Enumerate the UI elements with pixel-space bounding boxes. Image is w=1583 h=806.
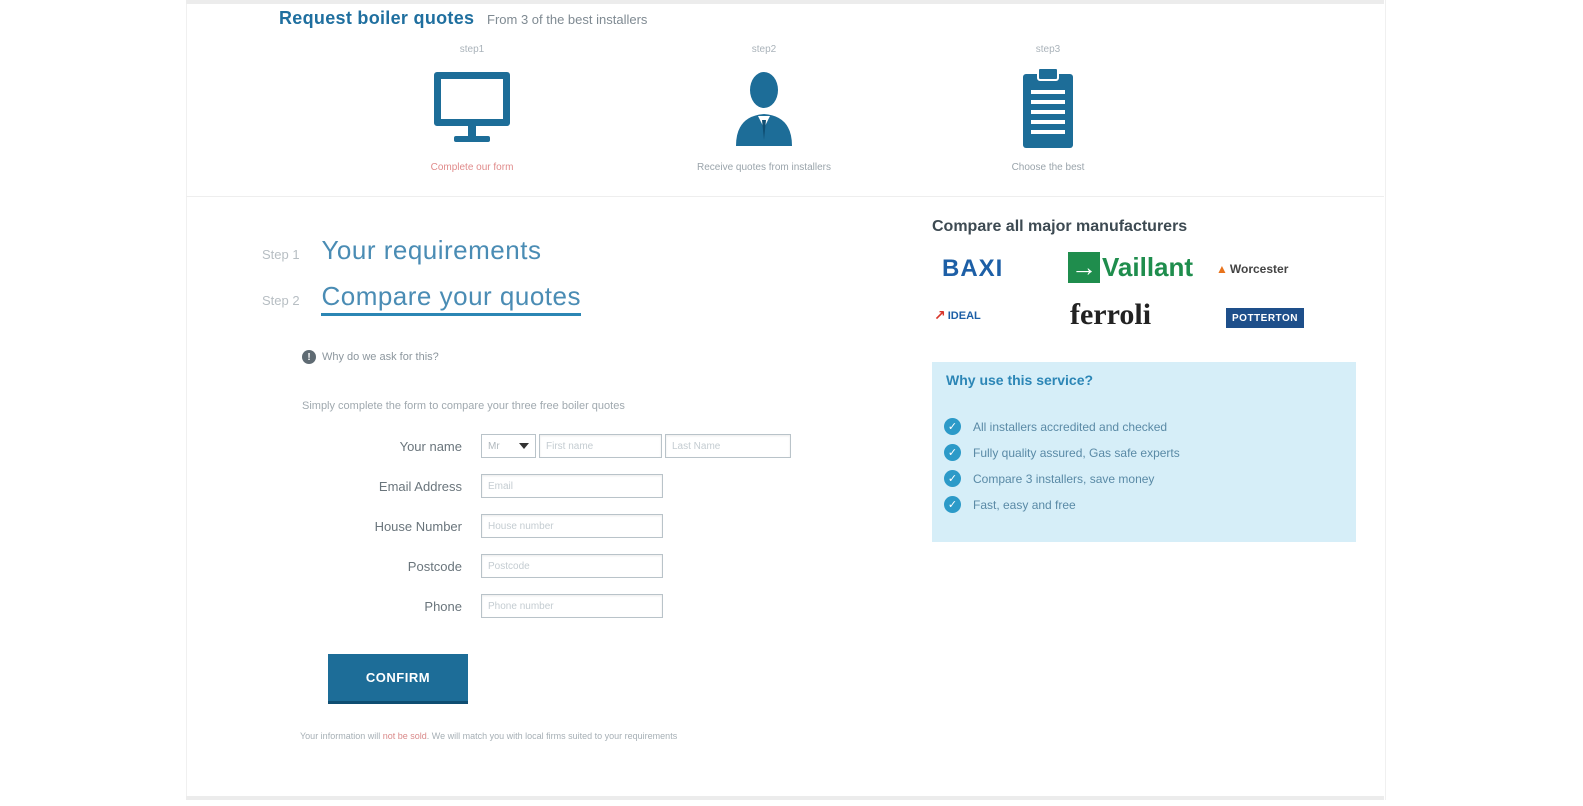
clipboard-icon (948, 58, 1148, 158)
title-select[interactable]: Mr (481, 434, 536, 458)
form-step-title: Your requirements (321, 235, 542, 265)
last-name-input[interactable] (665, 434, 791, 458)
overview-step-1: step1 Complete our form (372, 44, 572, 173)
benefit-text: Fast, easy and free (973, 497, 1076, 512)
benefit-item: ✓ Compare 3 installers, save money (944, 470, 1154, 487)
check-icon: ✓ (944, 444, 961, 461)
overview-step-2: step2 Receive quotes from installers (664, 44, 864, 173)
potterton-logo: POTTERTON (1226, 308, 1304, 328)
phone-input[interactable] (481, 594, 663, 618)
form-step-title: Compare your quotes (321, 281, 581, 316)
ideal-wordmark: IDEAL (947, 309, 981, 322)
form-intro: Simply complete the form to compare your… (302, 400, 625, 412)
postcode-label: Postcode (407, 559, 462, 574)
vaillant-hare-icon: → (1068, 252, 1100, 283)
email-label: Email Address (378, 479, 462, 494)
first-name-input[interactable] (539, 434, 662, 458)
overview-step-3: step3 Choose the best (948, 44, 1148, 173)
top-border (186, 0, 1384, 4)
vaillant-logo: → Vaillant (1068, 252, 1193, 283)
info-icon: ! (302, 350, 316, 364)
why-ask-text: Why do we ask for this? (322, 351, 439, 363)
why-service-title: Why use this service? (946, 372, 1094, 388)
benefit-item: ✓ Fully quality assured, Gas safe expert… (944, 444, 1180, 461)
benefit-text: All installers accredited and checked (973, 419, 1168, 434)
disclaimer-prefix: Your information will (300, 731, 383, 741)
postcode-input[interactable] (481, 554, 663, 578)
page-title: Request boiler quotes (279, 8, 475, 28)
worcester-wordmark: Worcester (1229, 262, 1289, 276)
house-number-input[interactable] (481, 514, 663, 538)
check-icon: ✓ (944, 496, 961, 513)
ferroli-logo: ferroli (1070, 298, 1152, 331)
title-select-value: Mr (488, 440, 500, 452)
check-icon: ✓ (944, 418, 961, 435)
monitor-icon (372, 58, 572, 158)
confirm-button[interactable]: CONFIRM (328, 654, 468, 704)
form-step-1-heading[interactable]: Step 1 Your requirements (262, 235, 541, 266)
flame-icon: ▲ (1216, 262, 1228, 276)
benefit-item: ✓ All installers accredited and checked (944, 418, 1167, 435)
overview-step-caption: Choose the best (1011, 162, 1085, 173)
privacy-link[interactable]: not be sold (383, 731, 427, 741)
form-step-number: Step 2 (262, 293, 300, 308)
vaillant-wordmark: Vaillant (1102, 252, 1194, 282)
overview-step-label: step2 (751, 44, 777, 55)
overview-step-caption: Receive quotes from installers (697, 162, 831, 173)
baxi-logo: BAXI (942, 255, 1004, 282)
benefit-text: Fully quality assured, Gas safe experts (973, 445, 1180, 460)
disclaimer-suffix: . We will match you with local firms sui… (426, 731, 678, 741)
ideal-logo: ↗ IDEAL (934, 307, 981, 324)
swoosh-icon: ↗ (934, 307, 946, 323)
check-icon: ✓ (944, 470, 961, 487)
name-label: Your name (399, 439, 462, 454)
email-input[interactable] (481, 474, 663, 498)
section-divider (186, 196, 1384, 197)
overview-step-caption: Complete our form (430, 162, 514, 173)
overview-step-label: step1 (459, 44, 485, 55)
form-step-2-heading[interactable]: Step 2 Compare your quotes (262, 281, 581, 316)
person-icon (664, 58, 864, 158)
benefit-text: Compare 3 installers, save money (973, 471, 1155, 486)
overview-step-label: step3 (1035, 44, 1061, 55)
benefit-item: ✓ Fast, easy and free (944, 496, 1076, 513)
house-number-label: House Number (374, 519, 462, 534)
why-ask-link[interactable]: ! Why do we ask for this? (302, 350, 439, 364)
page-subtitle: From 3 of the best installers (487, 12, 648, 27)
manufacturers-title: Compare all major manufacturers (932, 218, 1188, 235)
phone-label: Phone (424, 599, 462, 614)
worcester-logo: ▲ Worcester (1216, 262, 1288, 276)
privacy-disclaimer: Your information will not be sold. We wi… (300, 731, 677, 741)
form-step-number: Step 1 (262, 247, 300, 262)
chevron-down-icon (519, 443, 529, 449)
bottom-border (186, 796, 1384, 800)
